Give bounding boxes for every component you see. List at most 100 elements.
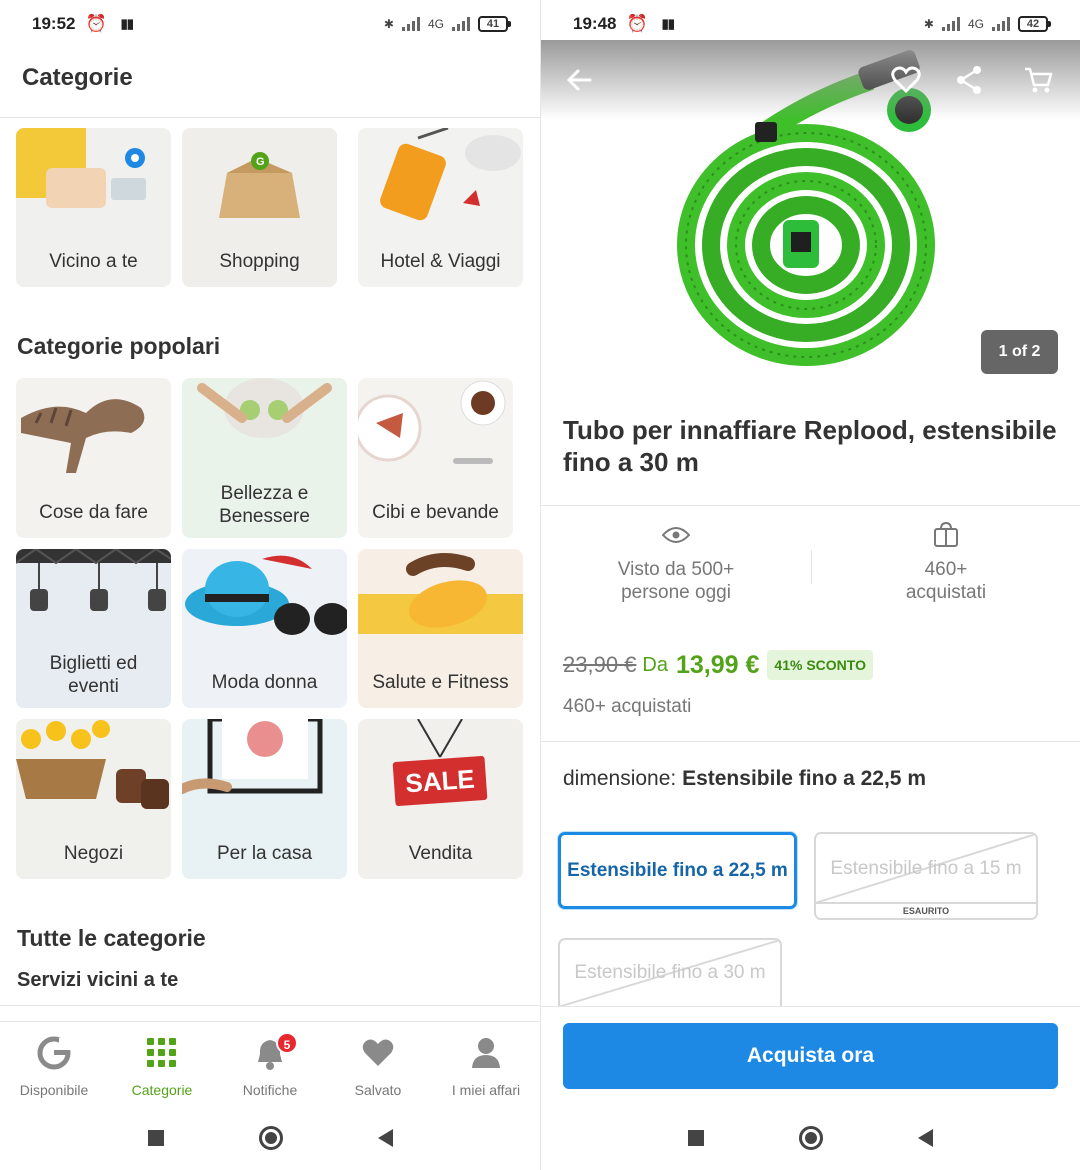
tile-biglietti-eventi[interactable]: Biglietti ed eventi — [16, 549, 171, 708]
tab-i-miei-affari[interactable]: I miei affari — [432, 1022, 540, 1105]
food-illustration — [358, 378, 513, 478]
price-row: 23,90 € Da 13,99 € 41% SCONTO — [563, 650, 873, 680]
header-divider — [0, 117, 540, 118]
tab-categorie[interactable]: Categorie — [108, 1022, 216, 1105]
alarm-icon: ⏰ — [85, 14, 107, 33]
option-22-5m[interactable]: Estensibile fino a 22,5 m — [558, 832, 797, 909]
option-label: Estensibile fino a 15 m — [830, 858, 1022, 879]
frame-illustration — [182, 719, 347, 819]
section-divider — [0, 1005, 540, 1006]
header-gradient — [541, 40, 1080, 120]
tile-label: Biglietti ed eventi — [49, 653, 138, 697]
tile-shopping[interactable]: G Shopping — [182, 128, 337, 287]
notification-badge: 5 — [276, 1032, 298, 1054]
tile-label: Cibi e bevande — [372, 502, 499, 523]
tile-negozi[interactable]: Negozi — [16, 719, 171, 879]
all-categories-title: Tutte le categorie — [17, 925, 206, 951]
tile-per-la-casa[interactable]: Per la casa — [182, 719, 347, 879]
recents-icon[interactable] — [147, 1129, 164, 1146]
image-counter: 1 of 2 — [981, 330, 1058, 374]
system-nav-bar — [541, 1105, 1080, 1170]
user-icon — [471, 1036, 501, 1070]
status-bar: 19:52 ⏰ ▮▮ ✱ 4G 41 — [0, 0, 540, 48]
battery-icon: 41 — [478, 16, 511, 32]
bottom-tab-bar: Disponibile Categorie 5 Notifiche Salvat… — [0, 1021, 540, 1105]
option-label: Estensibile fino a 22,5 m — [567, 859, 788, 881]
stage-lights-illustration — [16, 549, 171, 649]
pause-icon: ▮▮ — [661, 16, 675, 31]
dimension-key: dimensione: — [563, 767, 677, 790]
buy-bar: Acquista ora — [541, 1006, 1080, 1105]
heart-icon[interactable] — [888, 62, 924, 98]
back-arrow-icon[interactable] — [561, 62, 597, 98]
groupon-g-icon — [37, 1036, 71, 1070]
signal-icon-2 — [452, 17, 470, 31]
discounted-price: 13,99 € — [675, 650, 760, 679]
cart-icon[interactable] — [1020, 62, 1056, 98]
product-image-carousel[interactable]: 1 of 2 — [541, 40, 1080, 400]
services-nearby-title[interactable]: Servizi vicini a te — [17, 969, 178, 992]
tile-label: Moda donna — [211, 672, 318, 693]
tile-cibi-bevande[interactable]: Cibi e bevande — [358, 378, 513, 538]
network-type: 4G — [427, 17, 444, 31]
categories-screen: 19:52 ⏰ ▮▮ ✱ 4G 41 Categorie Vicino a te… — [0, 0, 540, 1170]
product-detail-screen: 19:48 ⏰ ▮▮ ✱ 4G 42 1 of 2 Tubo per innaf… — [540, 0, 1080, 1170]
tile-bellezza-benessere[interactable]: Bellezza e Benessere — [182, 378, 347, 538]
buy-now-button[interactable]: Acquista ora — [563, 1023, 1058, 1089]
yoga-mat-illustration — [358, 549, 523, 649]
shopping-bag-icon — [811, 520, 1080, 550]
tile-hotel-viaggi[interactable]: Hotel & Viaggi — [358, 128, 523, 287]
battery-icon: 42 — [1018, 16, 1051, 32]
tab-label: Salvato — [354, 1082, 402, 1098]
network-type: 4G — [967, 17, 984, 31]
grid-icon — [147, 1036, 177, 1070]
tile-label: Bellezza e Benessere — [219, 483, 310, 527]
tile-label: Per la casa — [216, 843, 313, 864]
tile-salute-fitness[interactable]: Salute e Fitness — [358, 549, 523, 708]
flowers-chocolate-illustration — [16, 719, 171, 819]
tile-moda-donna[interactable]: Moda donna — [182, 549, 347, 708]
tile-vicino-a-te[interactable]: Vicino a te — [16, 128, 171, 287]
price-from-label: Da — [642, 653, 668, 676]
home-icon[interactable] — [798, 1125, 823, 1150]
box-illustration: G — [182, 128, 337, 228]
tile-label: Hotel & Viaggi — [380, 251, 501, 272]
alarm-icon: ⏰ — [626, 14, 648, 33]
bought-count: 460+ acquistati — [563, 696, 692, 717]
dinosaur-illustration — [16, 378, 171, 478]
hat-sunglasses-illustration — [182, 549, 347, 649]
heart-icon — [362, 1036, 394, 1070]
tile-label: Shopping — [219, 251, 300, 272]
tile-label: Vicino a te — [49, 251, 138, 272]
tab-label: Disponibile — [19, 1082, 89, 1098]
system-nav-bar — [0, 1105, 540, 1170]
product-title: Tubo per innaffiare Replood, estensibile… — [563, 415, 1057, 477]
title-divider — [541, 505, 1080, 506]
recents-icon[interactable] — [688, 1129, 705, 1146]
views-text: Visto da 500+ persone oggi — [617, 559, 735, 603]
tile-vendita[interactable]: SALE Vendita — [358, 719, 523, 879]
option-15m[interactable]: Estensibile fino a 15 m ESAURITO — [814, 832, 1038, 920]
option-label: Estensibile fino a 30 m — [574, 962, 766, 983]
tab-label: Categorie — [131, 1082, 193, 1098]
views-stat: Visto da 500+ persone oggi — [541, 520, 811, 604]
tab-disponibile[interactable]: Disponibile — [0, 1022, 108, 1105]
map-pin-illustration — [16, 128, 171, 228]
tile-label: Negozi — [63, 843, 124, 864]
tile-label: Salute e Fitness — [372, 672, 509, 693]
discount-badge: 41% SCONTO — [767, 650, 873, 680]
tab-salvato[interactable]: Salvato — [324, 1022, 432, 1105]
price-divider — [541, 741, 1080, 742]
tile-cose-da-fare[interactable]: Cose da fare — [16, 378, 171, 538]
share-icon[interactable] — [951, 62, 987, 98]
popular-categories-title: Categorie popolari — [17, 333, 221, 359]
tab-notifiche[interactable]: 5 Notifiche — [216, 1022, 324, 1105]
page-title: Categorie — [22, 64, 133, 91]
svg-text:G: G — [256, 156, 265, 168]
signal-icon-2 — [992, 17, 1010, 31]
home-icon[interactable] — [258, 1125, 283, 1150]
back-icon[interactable] — [917, 1128, 933, 1147]
tab-label: Notifiche — [242, 1082, 298, 1098]
back-icon[interactable] — [377, 1128, 393, 1147]
tile-label: Vendita — [408, 843, 473, 864]
